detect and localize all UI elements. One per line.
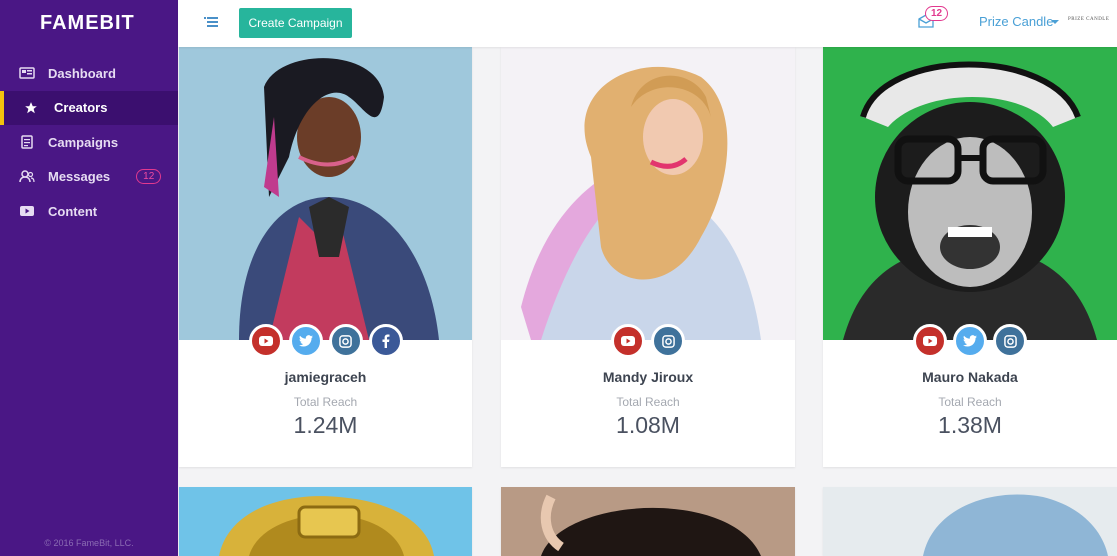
creator-card[interactable] — [823, 487, 1117, 556]
social-networks — [501, 324, 795, 358]
creator-photo — [179, 47, 472, 340]
creator-name[interactable]: Mandy Jiroux — [501, 369, 795, 385]
sidebar-item-label: Content — [48, 203, 98, 219]
youtube-icon[interactable] — [611, 324, 645, 358]
video-icon — [18, 204, 36, 218]
creator-card[interactable]: Mandy Jiroux Total Reach 1.08M — [501, 47, 795, 467]
instagram-icon[interactable] — [993, 324, 1027, 358]
reach-value: 1.24M — [293, 412, 358, 438]
youtube-icon[interactable] — [913, 324, 947, 358]
account-menu[interactable]: Prize Candle — [979, 14, 1053, 29]
notification-badge: 12 — [925, 6, 949, 21]
reach-value: 1.38M — [938, 412, 1002, 438]
chevron-down-icon[interactable] — [1051, 20, 1059, 24]
dashboard-icon — [18, 66, 36, 80]
sidebar-item-label: Creators — [54, 100, 108, 116]
reach-value: 1.08M — [616, 412, 680, 438]
copyright: © 2016 FameBit, LLC. — [44, 538, 134, 548]
social-networks — [823, 324, 1117, 358]
sidebar-item-content[interactable]: Content — [0, 194, 178, 229]
users-icon — [18, 170, 36, 184]
creator-photo — [823, 487, 1117, 556]
document-icon — [18, 135, 36, 149]
sidebar-item-creators[interactable]: Creators — [0, 90, 178, 125]
creator-card[interactable]: Mauro Nakada Total Reach 1.38M — [823, 47, 1117, 467]
sidebar-item-campaigns[interactable]: Campaigns — [0, 125, 178, 160]
sidebar-item-messages[interactable]: Messages 12 — [0, 160, 178, 195]
reach-label: Total Reach — [616, 395, 680, 409]
reach-label: Total Reach — [938, 395, 1002, 409]
creator-photo — [823, 47, 1117, 340]
social-networks — [179, 324, 472, 358]
sidebar-item-label: Dashboard — [48, 65, 116, 81]
youtube-icon[interactable] — [248, 324, 283, 358]
star-icon — [22, 101, 40, 115]
company-logo: PRIZE CANDLE — [1068, 17, 1110, 22]
creator-card[interactable] — [501, 487, 795, 556]
reach-label: Total Reach — [293, 395, 358, 409]
creator-photo — [179, 487, 472, 556]
creator-card[interactable] — [179, 487, 472, 556]
notifications[interactable]: 12 — [918, 6, 958, 36]
sidebar: FAMEBIT Dashboard Creators Campaigns Mes… — [0, 0, 178, 556]
facebook-icon[interactable] — [368, 324, 403, 358]
twitter-icon[interactable] — [953, 324, 987, 358]
creator-name[interactable]: jamiegraceh — [179, 369, 472, 385]
sidebar-item-label: Messages — [48, 169, 111, 185]
messages-badge: 12 — [136, 169, 162, 185]
twitter-icon[interactable] — [288, 324, 323, 358]
famebit-logo[interactable]: FAMEBIT — [0, 0, 178, 46]
topbar: Create Campaign 12 Prize Candle PRIZE CA… — [178, 0, 1117, 47]
creator-photo — [501, 487, 795, 556]
sidebar-item-label: Campaigns — [48, 134, 119, 150]
creator-name[interactable]: Mauro Nakada — [823, 369, 1117, 385]
create-campaign-button[interactable]: Create Campaign — [239, 8, 352, 38]
instagram-icon[interactable] — [328, 324, 363, 358]
sidebar-nav: Dashboard Creators Campaigns Messages 12 — [0, 56, 178, 229]
creator-photo — [501, 47, 795, 340]
instagram-icon[interactable] — [651, 324, 685, 358]
menu-toggle-icon[interactable] — [204, 15, 218, 27]
sidebar-item-dashboard[interactable]: Dashboard — [0, 56, 178, 91]
creator-card[interactable]: jamiegraceh Total Reach 1.24M — [179, 47, 472, 467]
